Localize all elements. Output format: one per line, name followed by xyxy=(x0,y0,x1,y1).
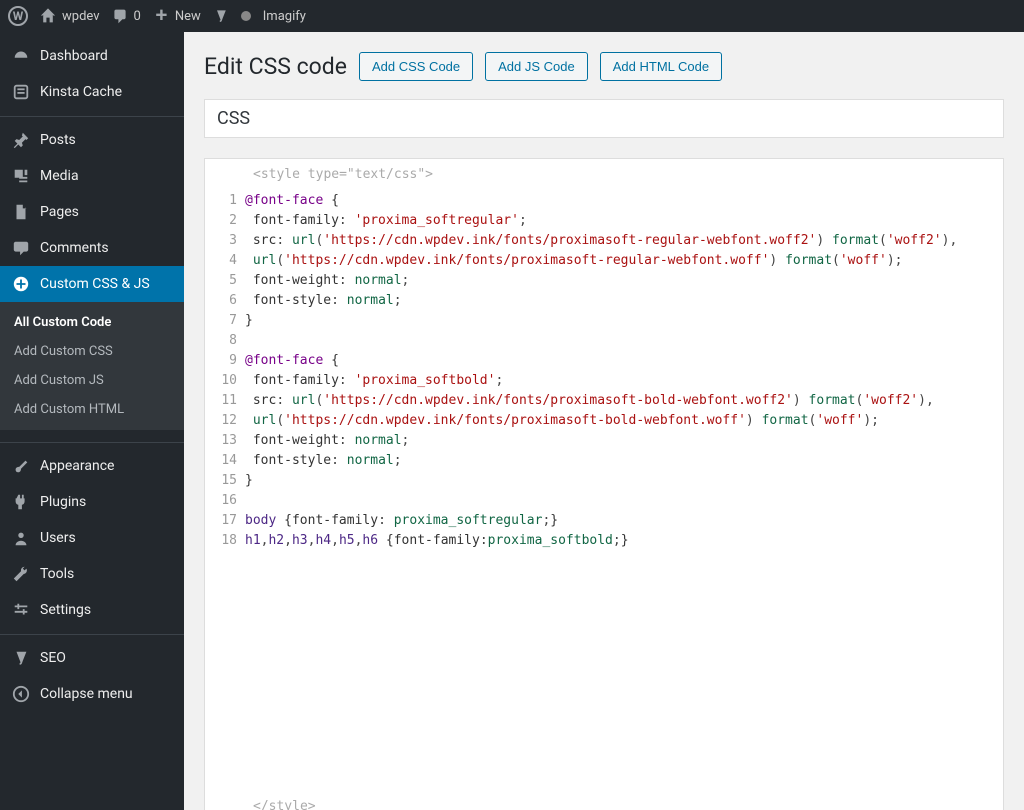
seo-icon xyxy=(12,649,30,667)
plus-icon xyxy=(153,8,169,24)
imagify-menu[interactable]: Imagify xyxy=(263,9,306,24)
admin-sidebar: Dashboard Kinsta Cache Posts Media Pages… xyxy=(0,32,184,810)
submenu-add-js[interactable]: Add Custom JS xyxy=(0,366,184,395)
dashboard-icon xyxy=(12,47,30,65)
yoast-menu[interactable] xyxy=(213,8,229,24)
home-icon xyxy=(40,8,56,24)
code-area[interactable]: @font-face { font-family: 'proxima_softr… xyxy=(245,191,1003,551)
title-input[interactable]: CSS xyxy=(204,99,1004,138)
add-html-button[interactable]: Add HTML Code xyxy=(600,52,722,81)
menu-pages[interactable]: Pages xyxy=(0,194,184,230)
new-menu[interactable]: New xyxy=(153,8,201,24)
admin-bar: W wpdev 0 New Imagify xyxy=(0,0,1024,32)
menu-settings[interactable]: Settings xyxy=(0,592,184,628)
menu-media[interactable]: Media xyxy=(0,158,184,194)
add-js-button[interactable]: Add JS Code xyxy=(485,52,588,81)
pages-icon xyxy=(12,203,30,221)
menu-tools[interactable]: Tools xyxy=(0,556,184,592)
submenu-custom-css-js: All Custom Code Add Custom CSS Add Custo… xyxy=(0,302,184,430)
editor-open-tag: <style type="text/css"> xyxy=(205,159,1003,191)
submenu-add-html[interactable]: Add Custom HTML xyxy=(0,395,184,424)
submenu-add-css[interactable]: Add Custom CSS xyxy=(0,337,184,366)
menu-collapse[interactable]: Collapse menu xyxy=(0,676,184,712)
line-gutter: 123456789101112131415161718 xyxy=(205,191,245,551)
editor-close-tag: </style> xyxy=(205,791,1003,810)
yoast-icon xyxy=(213,8,229,24)
title-bar: Edit CSS code Add CSS Code Add JS Code A… xyxy=(204,52,1004,81)
site-menu[interactable]: wpdev xyxy=(40,8,100,24)
imagify-label: Imagify xyxy=(263,9,306,24)
comment-icon xyxy=(112,8,128,24)
menu-users[interactable]: Users xyxy=(0,520,184,556)
menu-appearance[interactable]: Appearance xyxy=(0,442,184,484)
wp-logo-menu[interactable]: W xyxy=(8,6,28,26)
user-icon xyxy=(12,529,30,547)
menu-posts[interactable]: Posts xyxy=(0,116,184,158)
status-dot-icon xyxy=(241,11,251,21)
sliders-icon xyxy=(12,601,30,619)
menu-plugins[interactable]: Plugins xyxy=(0,484,184,520)
plug-icon xyxy=(12,493,30,511)
comments-count: 0 xyxy=(134,9,141,24)
wordpress-icon: W xyxy=(8,6,28,26)
menu-comments[interactable]: Comments xyxy=(0,230,184,266)
collapse-icon xyxy=(12,685,30,703)
imagify-dot[interactable] xyxy=(241,11,251,21)
site-name: wpdev xyxy=(62,9,100,24)
code-editor[interactable]: <style type="text/css"> 1234567891011121… xyxy=(204,158,1004,810)
kinsta-icon xyxy=(12,83,30,101)
add-css-button[interactable]: Add CSS Code xyxy=(359,52,473,81)
menu-seo[interactable]: SEO xyxy=(0,634,184,676)
main-content: Edit CSS code Add CSS Code Add JS Code A… xyxy=(184,32,1024,810)
wrench-icon xyxy=(12,565,30,583)
comments-icon xyxy=(12,239,30,257)
menu-custom-css-js[interactable]: Custom CSS & JS xyxy=(0,266,184,302)
brush-icon xyxy=(12,457,30,475)
comments-menu[interactable]: 0 xyxy=(112,8,141,24)
submenu-all-code[interactable]: All Custom Code xyxy=(0,308,184,337)
menu-dashboard[interactable]: Dashboard xyxy=(0,38,184,74)
media-icon xyxy=(12,167,30,185)
new-label: New xyxy=(175,9,201,24)
menu-kinsta[interactable]: Kinsta Cache xyxy=(0,74,184,110)
page-title: Edit CSS code xyxy=(204,53,347,80)
pin-icon xyxy=(12,131,30,149)
plus-circle-icon xyxy=(12,275,30,293)
